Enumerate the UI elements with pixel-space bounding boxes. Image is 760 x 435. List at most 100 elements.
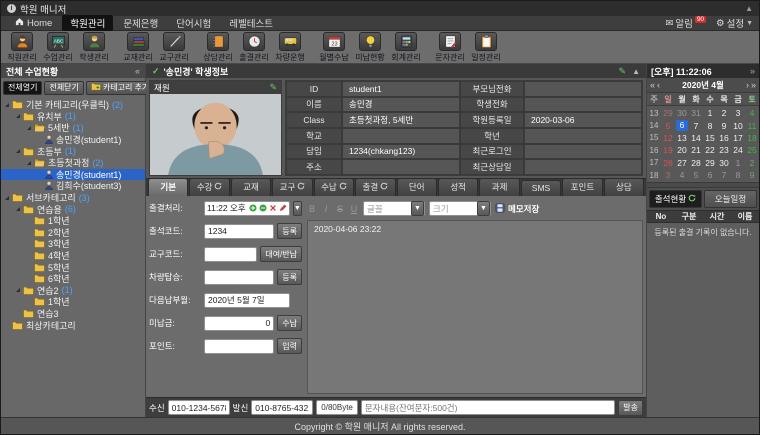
toolbar-button-직원관리[interactable]: 직원관리 bbox=[5, 32, 39, 63]
form-input[interactable] bbox=[204, 339, 274, 354]
form-button-입력[interactable]: 입력 bbox=[277, 338, 302, 354]
form-input[interactable] bbox=[204, 270, 274, 285]
tab-과제[interactable]: 과제 bbox=[479, 178, 519, 196]
tab-출결[interactable]: 출결 bbox=[355, 178, 395, 196]
calendar-day[interactable]: 1 bbox=[731, 158, 745, 168]
tree-item[interactable]: 연습3 bbox=[1, 308, 145, 320]
strike-icon[interactable]: S bbox=[335, 204, 345, 214]
form-button-수납[interactable]: 수납 bbox=[277, 315, 302, 331]
calendar-day[interactable]: 4 bbox=[745, 108, 759, 118]
calendar-day[interactable]: 23 bbox=[717, 145, 731, 155]
calendar-day[interactable]: 15 bbox=[703, 133, 717, 143]
tree-item[interactable]: 최상카테고리 bbox=[1, 319, 145, 331]
sidebar-button-전체열기[interactable]: 전체열기 bbox=[3, 81, 42, 95]
calendar-day[interactable]: 30 bbox=[675, 108, 689, 118]
collapse-titlebar-icon[interactable]: ▲ bbox=[745, 4, 753, 13]
toolbar-button-교구관리[interactable]: 교구관리 bbox=[157, 32, 191, 63]
tree-item[interactable]: 1학년 bbox=[1, 215, 145, 227]
calendar-day[interactable]: 6 bbox=[703, 170, 717, 180]
calendar-day[interactable]: 7 bbox=[689, 121, 703, 131]
tab-성적[interactable]: 성적 bbox=[438, 178, 478, 196]
calendar-day[interactable]: 9 bbox=[745, 170, 759, 180]
sms-send-button[interactable]: 발송 bbox=[618, 400, 643, 416]
underline-icon[interactable]: U bbox=[349, 204, 359, 214]
remove-attendance-icon[interactable] bbox=[259, 204, 267, 212]
form-input[interactable] bbox=[204, 316, 274, 331]
sidebar-button-전체닫기[interactable]: 전체닫기 bbox=[44, 81, 83, 95]
calendar-day[interactable]: 21 bbox=[689, 145, 703, 155]
calendar-day[interactable]: 10 bbox=[731, 121, 745, 131]
tab-포인트[interactable]: 포인트 bbox=[562, 178, 602, 196]
prev-year-icon[interactable]: « bbox=[650, 80, 655, 90]
tree-item[interactable]: 3학년 bbox=[1, 238, 145, 250]
calendar-day[interactable]: 6 bbox=[675, 120, 689, 131]
calendar-day[interactable]: 12 bbox=[661, 133, 675, 143]
tree-item[interactable]: 유치부(1) bbox=[1, 111, 145, 123]
expand-arrow-icon[interactable] bbox=[16, 149, 20, 153]
sidebar-button-카테고리 추가[interactable]: 카테고리 추가 bbox=[86, 81, 154, 95]
edit-attendance-icon[interactable] bbox=[279, 204, 287, 212]
calendar-day[interactable]: 5 bbox=[689, 170, 703, 180]
calendar-day[interactable]: 2 bbox=[717, 108, 731, 118]
tree-item[interactable]: 김희수(student3) bbox=[1, 180, 145, 192]
tree-item[interactable]: 초등첫과정(2) bbox=[1, 157, 145, 169]
calendar-day[interactable]: 18 bbox=[745, 133, 759, 143]
calendar-day[interactable]: 24 bbox=[731, 145, 745, 155]
menu-item-레벨테스트[interactable]: 레벨테스트 bbox=[221, 15, 281, 31]
send-number-input[interactable] bbox=[251, 400, 313, 415]
calendar-day[interactable]: 3 bbox=[731, 108, 745, 118]
tab-기본[interactable]: 기본 bbox=[148, 178, 188, 196]
tab-상담[interactable]: 상담 bbox=[604, 178, 644, 196]
panel-collapse-icon[interactable]: » bbox=[750, 66, 755, 76]
edit-icon[interactable]: ✎ bbox=[619, 66, 627, 77]
calendar-day[interactable]: 11 bbox=[745, 121, 759, 131]
calendar-day[interactable]: 29 bbox=[661, 108, 675, 118]
calendar-day[interactable]: 3 bbox=[661, 170, 675, 180]
tree-item[interactable]: 기본 카테고리(우클릭)(2) bbox=[1, 99, 145, 111]
notifications-button[interactable]: ✉ 알림 90 bbox=[665, 16, 706, 30]
toolbar-button-교재관리[interactable]: 교재관리 bbox=[121, 32, 155, 63]
right-tab-출석현황[interactable]: 출석현황 bbox=[649, 190, 702, 208]
calendar-day[interactable]: 9 bbox=[717, 121, 731, 131]
expand-arrow-icon[interactable] bbox=[16, 288, 20, 292]
calendar-day[interactable]: 4 bbox=[675, 170, 689, 180]
toolbar-button-월별수납[interactable]: 23월별수납 bbox=[317, 32, 351, 63]
calendar-day[interactable]: 2 bbox=[745, 158, 759, 168]
calendar-day[interactable]: 27 bbox=[675, 158, 689, 168]
delete-attendance-icon[interactable] bbox=[269, 204, 277, 212]
expand-arrow-icon[interactable] bbox=[16, 114, 20, 118]
calendar-day[interactable]: 17 bbox=[731, 133, 745, 143]
menu-item-Home[interactable]: Home bbox=[7, 15, 60, 31]
next-month-icon[interactable]: › bbox=[746, 80, 749, 90]
menu-item-문제은행[interactable]: 문제은행 bbox=[115, 15, 166, 31]
tab-교구[interactable]: 교구 bbox=[272, 178, 312, 196]
tree-item[interactable]: 1학년 bbox=[1, 296, 145, 308]
tab-수납[interactable]: 수납 bbox=[314, 178, 354, 196]
form-button-등록[interactable]: 등록 bbox=[277, 269, 302, 285]
tree-item[interactable]: 6학년 bbox=[1, 273, 145, 285]
toolbar-button-문자관리[interactable]: 문자관리 bbox=[433, 32, 467, 63]
calendar-day[interactable]: 22 bbox=[703, 145, 717, 155]
toolbar-button-차량운행[interactable]: 차량운행 bbox=[273, 32, 307, 63]
calendar-day[interactable]: 7 bbox=[717, 170, 731, 180]
memo-save-button[interactable]: 메모저장 bbox=[495, 203, 539, 215]
sms-message-input[interactable] bbox=[361, 400, 615, 415]
tree-item[interactable]: 2학년 bbox=[1, 227, 145, 239]
toolbar-button-회계관리[interactable]: 회계관리 bbox=[389, 32, 423, 63]
calendar-day[interactable]: 1 bbox=[703, 108, 717, 118]
add-attendance-icon[interactable] bbox=[249, 204, 257, 212]
calendar-day[interactable]: 14 bbox=[689, 133, 703, 143]
sidebar-collapse-icon[interactable]: « bbox=[135, 66, 140, 76]
expand-arrow-icon[interactable] bbox=[27, 126, 31, 130]
photo-edit-icon[interactable]: ✎ bbox=[269, 82, 277, 93]
calendar-day[interactable]: 20 bbox=[675, 145, 689, 155]
italic-icon[interactable]: I bbox=[321, 204, 331, 214]
recv-number-input[interactable] bbox=[168, 400, 230, 415]
expand-arrow-icon[interactable] bbox=[27, 161, 31, 165]
tree-item[interactable]: 5학년 bbox=[1, 261, 145, 273]
settings-button[interactable]: ⚙ 설정 ▼ bbox=[716, 16, 753, 30]
calendar-day[interactable]: 25 bbox=[745, 145, 759, 155]
tree-item[interactable]: 연습2(1) bbox=[1, 285, 145, 297]
expand-arrow-icon[interactable] bbox=[5, 103, 9, 107]
bold-icon[interactable]: B bbox=[307, 204, 317, 214]
